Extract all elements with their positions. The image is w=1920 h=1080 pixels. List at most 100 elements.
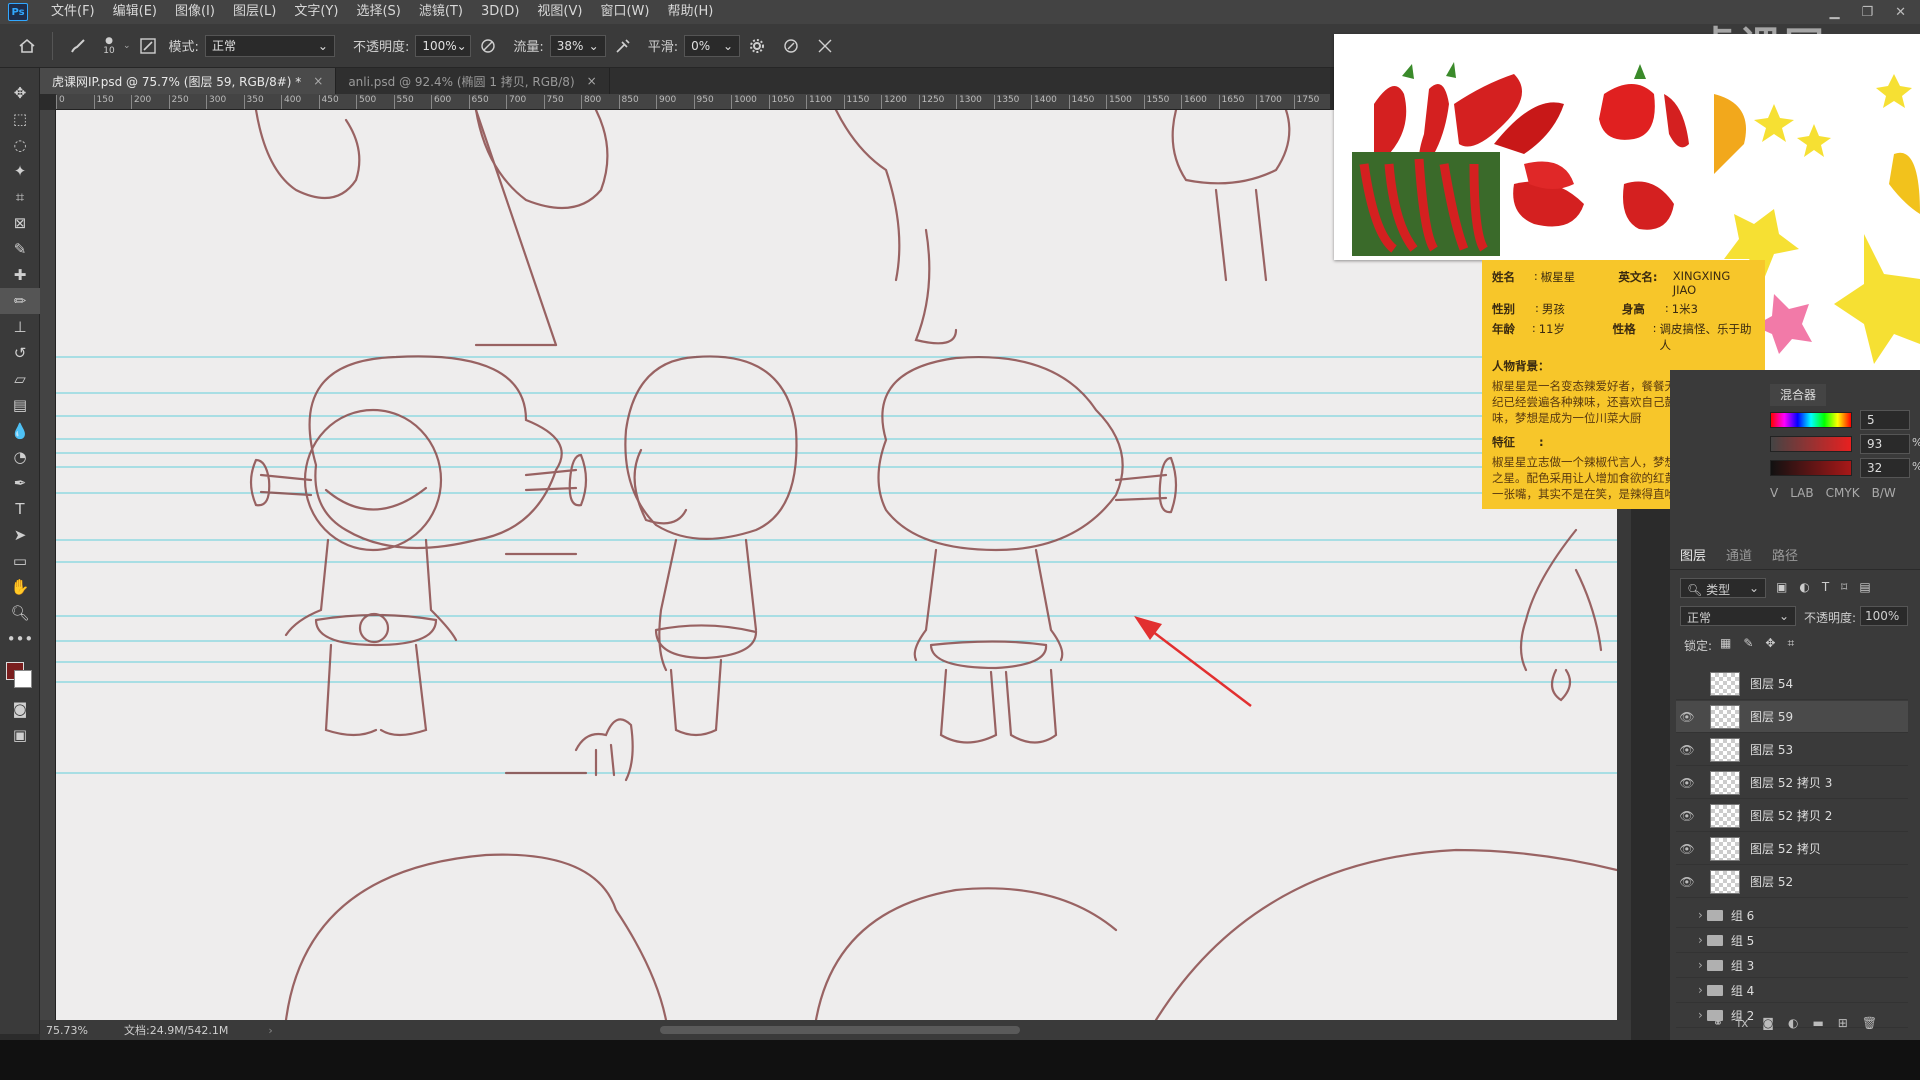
layer-row[interactable]: 👁︎ 图层 52 拷贝 2 (1676, 800, 1908, 832)
lock-transparency-icon[interactable]: ▦ (1720, 636, 1731, 651)
visibility-eye-icon[interactable]: 👁︎ (1676, 743, 1698, 757)
trash-icon[interactable]: 🗑︎ (1862, 1016, 1877, 1030)
eraser-icon[interactable]: ▱ (0, 366, 40, 392)
minimize-icon[interactable]: ▁ (1829, 5, 1839, 20)
expand-chevron-icon[interactable]: › (1698, 958, 1703, 972)
pressure-opacity-icon[interactable] (475, 33, 501, 59)
adjustment-filter-icon[interactable]: ◐ (1799, 580, 1809, 594)
gradient-icon[interactable]: ▤ (0, 392, 40, 418)
flow-field[interactable]: 38% ⌄ (549, 34, 606, 57)
brush-tool-icon[interactable] (65, 33, 91, 59)
menu-item-1[interactable]: 编辑(E) (104, 0, 166, 24)
tab-paths[interactable]: 路径 (1762, 545, 1808, 564)
pixel-filter-icon[interactable]: ▣ (1776, 580, 1787, 594)
shape-filter-icon[interactable]: ⌑ (1841, 580, 1847, 594)
pressure-size-icon[interactable] (778, 33, 804, 59)
brush-tool-active-icon[interactable]: ✏ (0, 288, 40, 314)
fx-icon[interactable]: fx (1737, 1016, 1748, 1030)
layer-row[interactable]: 👁︎ 图层 52 拷贝 (1676, 833, 1908, 865)
layer-group-row[interactable]: › 组 5 (1676, 928, 1908, 953)
tab-layers[interactable]: 图层 (1670, 545, 1716, 564)
restore-icon[interactable]: ❐ (1861, 5, 1873, 20)
lock-brush-icon[interactable]: ✎ (1743, 636, 1753, 651)
brightness-slider[interactable] (1770, 460, 1852, 476)
layer-group-row[interactable]: › 组 4 (1676, 978, 1908, 1003)
menu-item-8[interactable]: 视图(V) (528, 0, 591, 24)
clone-stamp-icon[interactable]: ⊥ (0, 314, 40, 340)
layer-row[interactable]: 👁︎ 图层 52 (1676, 866, 1908, 898)
magic-wand-icon[interactable]: ✦ (0, 158, 40, 184)
layer-group-row[interactable]: › 组 3 (1676, 953, 1908, 978)
close-tab-icon[interactable]: × (313, 74, 323, 88)
hue-slider[interactable] (1770, 412, 1852, 428)
quick-mask-icon[interactable]: ◙ (0, 696, 40, 722)
more-tools-icon[interactable]: ••• (0, 626, 40, 652)
lock-position-icon[interactable]: ✥ (1765, 636, 1775, 651)
visibility-eye-icon[interactable]: 👁︎ (1676, 842, 1698, 856)
saturation-value[interactable]: 93 (1860, 434, 1910, 454)
smart-filter-icon[interactable]: ▤ (1859, 580, 1870, 594)
layer-row[interactable]: 图层 54 (1676, 668, 1908, 700)
hand-tool-icon[interactable]: ✋ (0, 574, 40, 600)
eyedropper-icon[interactable]: ✎ (0, 236, 40, 262)
new-group-icon[interactable]: ▬ (1812, 1016, 1823, 1030)
home-icon[interactable] (14, 33, 40, 59)
hue-value[interactable]: 5 (1860, 410, 1910, 430)
menu-item-3[interactable]: 图层(L) (224, 0, 285, 24)
menu-item-6[interactable]: 滤镜(T) (410, 0, 472, 24)
status-arrow-icon[interactable]: › (268, 1024, 272, 1037)
marquee-tool-icon[interactable]: ⬚ (0, 106, 40, 132)
healing-brush-icon[interactable]: ✚ (0, 262, 40, 288)
layer-row[interactable]: 👁︎ 图层 59 (1676, 701, 1908, 733)
frame-tool-icon[interactable]: ⊠ (0, 210, 40, 236)
expand-chevron-icon[interactable]: › (1698, 908, 1703, 922)
smoothing-field[interactable]: 0% ⌄ (684, 34, 741, 57)
layer-row[interactable]: 👁︎ 图层 53 (1676, 734, 1908, 766)
brush-preset-picker[interactable]: ● 10 (95, 36, 123, 56)
visibility-eye-icon[interactable]: 👁︎ (1676, 710, 1698, 724)
expand-chevron-icon[interactable]: › (1698, 983, 1703, 997)
rectangle-tool-icon[interactable]: ▭ (0, 548, 40, 574)
path-select-icon[interactable]: ➤ (0, 522, 40, 548)
mode-cmyk[interactable]: CMYK (1826, 486, 1860, 500)
tab-document-1[interactable]: 虎课网IP.psd @ 75.7% (图层 59, RGB/8#) * × (40, 68, 337, 94)
lasso-tool-icon[interactable]: ◌ (0, 132, 40, 158)
blend-mode-dropdown[interactable]: 正常 ⌄ (1680, 606, 1796, 626)
add-mask-icon[interactable]: ◙ (1762, 1016, 1774, 1030)
opacity-field[interactable]: 100% ⌄ (415, 34, 472, 57)
close-window-icon[interactable]: ✕ (1895, 5, 1906, 20)
menu-item-0[interactable]: 文件(F) (42, 0, 104, 24)
screen-mode-icon[interactable]: ▣ (0, 722, 40, 748)
history-brush-icon[interactable]: ↺ (0, 340, 40, 366)
dodge-icon[interactable]: ◔ (0, 444, 40, 470)
crop-tool-icon[interactable]: ⌗ (0, 184, 40, 210)
mode-lab[interactable]: LAB (1790, 486, 1813, 500)
new-layer-icon[interactable]: ⊞ (1838, 1016, 1848, 1030)
pen-tool-icon[interactable]: ✒ (0, 470, 40, 496)
background-color[interactable] (14, 670, 32, 688)
layer-opacity-field[interactable]: 100% (1860, 606, 1908, 626)
menu-item-2[interactable]: 图像(I) (166, 0, 224, 24)
zoom-level[interactable]: 75.73% (46, 1024, 116, 1037)
brush-settings-icon[interactable] (135, 33, 161, 59)
brightness-value[interactable]: 32 (1860, 458, 1910, 478)
menu-item-4[interactable]: 文字(Y) (285, 0, 347, 24)
saturation-slider[interactable] (1770, 436, 1852, 452)
zoom-tool-icon[interactable]: 🔍︎ (0, 600, 40, 626)
layer-filter-dropdown[interactable]: 🔍︎ 类型 ⌄ (1680, 578, 1766, 598)
horizontal-scrollbar[interactable] (660, 1026, 1020, 1034)
visibility-eye-icon[interactable]: 👁︎ (1676, 776, 1698, 790)
menu-item-10[interactable]: 帮助(H) (658, 0, 722, 24)
layer-group-row[interactable]: › 组 6 (1676, 903, 1908, 928)
menu-item-9[interactable]: 窗口(W) (591, 0, 658, 24)
link-layers-icon[interactable]: ⚭ (1713, 1016, 1723, 1030)
menu-item-7[interactable]: 3D(D) (472, 0, 528, 24)
visibility-eye-icon[interactable]: 👁︎ (1676, 875, 1698, 889)
lock-artboard-icon[interactable]: ⌗ (1787, 636, 1794, 651)
gear-icon[interactable] (744, 33, 770, 59)
expand-chevron-icon[interactable]: › (1698, 933, 1703, 947)
mode-v[interactable]: V (1770, 486, 1778, 500)
adjustment-layer-icon[interactable]: ◐ (1788, 1016, 1798, 1030)
mode-bw[interactable]: B/W (1872, 486, 1896, 500)
menu-item-5[interactable]: 选择(S) (347, 0, 409, 24)
